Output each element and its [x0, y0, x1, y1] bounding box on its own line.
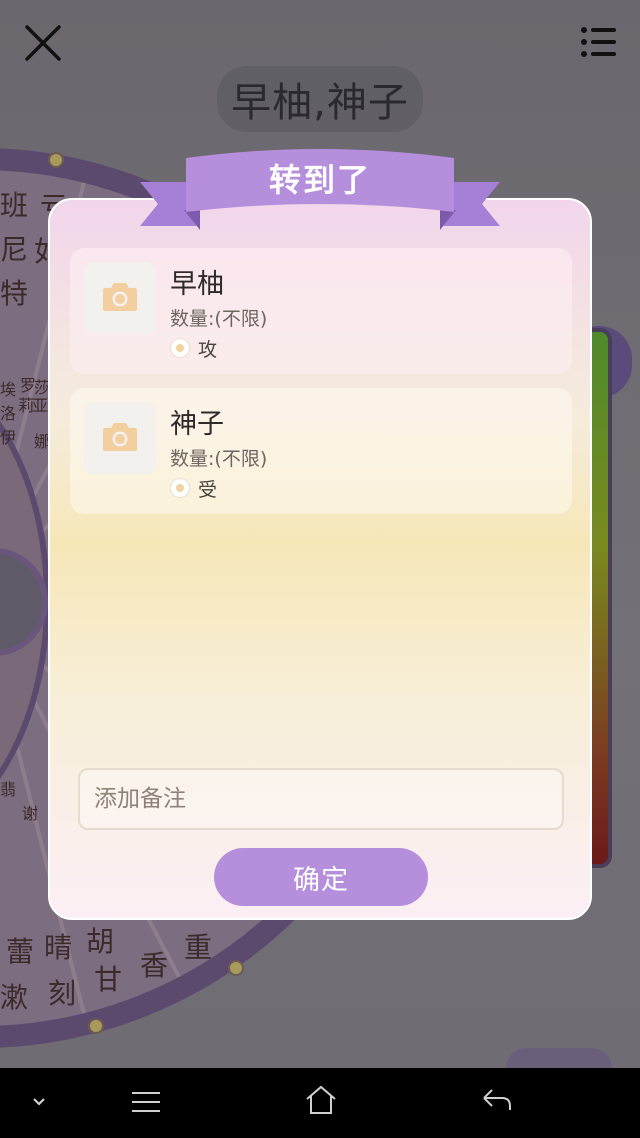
item-tag-text: 攻	[198, 338, 218, 361]
system-nav-bar	[0, 1068, 640, 1138]
result-item-card: 早柚 数量:(不限) 攻	[70, 248, 572, 374]
item-tag: 攻	[170, 336, 218, 361]
nav-menu-button[interactable]	[130, 1088, 162, 1120]
list-menu-icon	[581, 27, 616, 57]
result-dialog: 早柚 数量:(不限) 攻 神子 数量:(不限) 受 确定	[48, 198, 592, 920]
confirm-button[interactable]: 确定	[214, 848, 428, 906]
bottom-pill-button	[506, 1048, 612, 1068]
wheel-segment-label: 尼	[0, 233, 29, 266]
ribbon-title: 转到了	[268, 161, 371, 199]
wheel-segment-label: 特	[0, 277, 29, 310]
camera-icon	[103, 283, 137, 311]
chevron-down-icon	[33, 1098, 45, 1106]
wheel-segment-label: 洛	[0, 404, 17, 423]
wheel-segment-label: 翡	[0, 780, 17, 799]
wheel-segment-label: 谢	[22, 804, 39, 823]
flower-icon	[170, 338, 190, 358]
home-icon	[306, 1085, 336, 1114]
nav-home-button[interactable]	[304, 1084, 338, 1120]
item-tag-text: 受	[198, 478, 218, 501]
wheel-segment-label: 甘	[94, 963, 123, 996]
wheel-segment-label: 晴	[44, 931, 73, 964]
hamburger-icon	[132, 1092, 160, 1112]
wheel-segment-label: 班	[0, 189, 29, 222]
result-item-card: 神子 数量:(不限) 受	[70, 388, 572, 514]
result-title-text: 早柚,神子	[217, 66, 423, 132]
close-button[interactable]	[22, 22, 64, 64]
item-quantity: 数量:(不限)	[170, 308, 268, 330]
item-tag: 受	[170, 476, 218, 501]
wheel-segment-label: 漱	[0, 981, 29, 1014]
note-input[interactable]	[78, 768, 564, 830]
flower-icon	[170, 478, 190, 498]
nav-back-button[interactable]	[480, 1086, 514, 1120]
wheel-segment-label: 埃	[0, 380, 17, 399]
item-quantity: 数量:(不限)	[170, 448, 268, 470]
wheel-light	[48, 152, 64, 168]
back-icon	[483, 1089, 511, 1110]
item-name: 早柚	[170, 269, 224, 300]
wheel-light	[228, 960, 244, 976]
wheel-segment-label: 重	[184, 931, 213, 964]
wheel-segment-label: 伊	[0, 428, 17, 447]
wheel-segment-label: 蕾	[6, 935, 35, 968]
item-image-placeholder[interactable]	[84, 402, 156, 474]
item-name: 神子	[170, 409, 224, 440]
item-image-placeholder[interactable]	[84, 262, 156, 334]
wheel-segment-label: 亚	[32, 396, 49, 415]
wheel-segment-label: 胡	[86, 925, 115, 958]
camera-icon	[103, 423, 137, 451]
wheel-light	[88, 1018, 104, 1034]
result-title: 早柚,神子	[0, 66, 640, 132]
list-menu-button[interactable]	[580, 24, 618, 60]
close-icon	[25, 25, 61, 61]
nav-down-button[interactable]	[28, 1092, 50, 1116]
wheel-segment-label: 刻	[48, 977, 77, 1010]
wheel-segment-label: 香	[140, 949, 169, 982]
